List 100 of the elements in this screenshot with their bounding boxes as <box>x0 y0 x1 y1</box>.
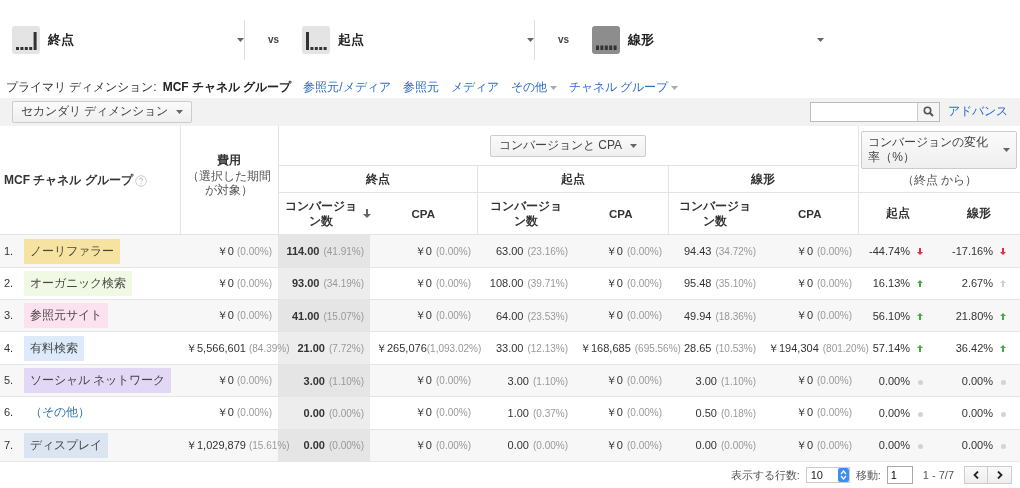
model-select[interactable]: 終点 <box>12 25 244 54</box>
primary-dimension-label: プライマリ ディメンション: <box>6 79 157 97</box>
channel-tag[interactable]: ノーリファラー <box>24 238 120 264</box>
percent-value: (0.00%) <box>436 245 471 257</box>
goto-label: 移動: <box>855 467 881 483</box>
cost-value: ￥0 <box>216 244 234 257</box>
metric-value: 33.00 <box>495 342 524 355</box>
metric-value: 64.00 <box>495 309 524 322</box>
metric-value: 95.48 <box>683 277 712 290</box>
dimension-link[interactable]: MCF チャネル グループ <box>162 79 292 97</box>
metric-select[interactable]: コンバージョンと CPA <box>489 134 647 157</box>
percent-value: (35.10%) <box>715 278 756 290</box>
group-header: 起点 <box>560 171 585 186</box>
metric-value: ￥0 <box>414 438 432 451</box>
metric-value: ￥0 <box>605 309 623 322</box>
chevron-left-icon <box>973 471 979 479</box>
percent-value: (0.00%) <box>237 375 272 387</box>
column-subheader: （選択した期間が対象） <box>186 168 272 197</box>
channel-tag[interactable]: 参照元サイト <box>24 303 108 329</box>
percent-value: (0.00%) <box>237 407 272 419</box>
channel-tag[interactable]: ディスプレイ <box>24 432 108 458</box>
percent-value: (0.00%) <box>436 375 471 387</box>
change-value: 0.00% <box>961 374 994 387</box>
page-range: 1 - 7/7 <box>922 469 954 481</box>
column-header[interactable]: コンバージョン数 <box>484 198 567 229</box>
advanced-link[interactable]: アドバンス <box>948 103 1008 121</box>
change-value: 0.00% <box>961 406 994 419</box>
metric-value: ￥0 <box>605 406 623 419</box>
next-button[interactable] <box>988 466 1012 484</box>
percent-value: (0.00%) <box>436 277 471 289</box>
caret-icon <box>237 37 244 42</box>
dimension-link[interactable]: メディア <box>450 79 499 97</box>
percent-value: (0.00%) <box>817 407 853 419</box>
column-header[interactable]: CPA <box>579 207 662 220</box>
metric-value: ￥0 <box>605 374 623 387</box>
change-value: 21.80% <box>955 309 994 322</box>
caret-icon <box>1003 148 1011 153</box>
change-value: 2.67% <box>961 277 994 290</box>
previous-button[interactable] <box>964 466 988 484</box>
rows-select[interactable]: 10 <box>805 467 850 483</box>
metric-value: ￥0 <box>414 406 432 419</box>
model-select[interactable]: 線形 <box>592 25 824 54</box>
percent-value: (1,093.02%) <box>426 342 482 354</box>
secondary-dimension-select[interactable]: セカンダリ ディメンション <box>12 100 193 123</box>
change-select[interactable]: コンバージョンの変化率（%） <box>861 131 1018 170</box>
dimension-link[interactable]: その他 <box>510 79 557 97</box>
column-header[interactable]: コンバージョン数 <box>279 198 362 229</box>
metric-value: 0.00 <box>303 439 325 452</box>
dimension-link[interactable]: 参照元 <box>402 79 439 97</box>
column-header: 起点 <box>885 206 910 221</box>
dimension-link[interactable]: チャネル グループ <box>568 79 679 97</box>
percent-value: (0.00%) <box>627 439 662 451</box>
caret-icon <box>671 85 679 90</box>
channel-tag[interactable]: ソーシャル ネットワーク <box>24 368 172 394</box>
percent-value: (0.00%) <box>237 245 272 257</box>
search-icon[interactable] <box>923 106 934 118</box>
change-value: 57.14% <box>872 342 911 355</box>
goto-field[interactable]: 1 <box>886 466 913 484</box>
column-header[interactable]: CPA <box>768 207 851 220</box>
metric-value: 0.00 <box>507 439 529 452</box>
percent-value: (695.56%) <box>634 342 681 354</box>
column-subheader: （終点 から） <box>900 173 978 188</box>
channel-tag[interactable]: 有料検索 <box>24 335 84 361</box>
column-header[interactable]: コンバージョン数 <box>674 198 757 229</box>
metric-value: 108.00 <box>489 277 524 290</box>
percent-value: (0.00%) <box>237 277 272 289</box>
percent-value: (34.72%) <box>715 246 756 257</box>
percent-value: (801.20%) <box>822 342 869 354</box>
column-header: MCF チャネル グループ <box>4 172 133 187</box>
percent-value: (0.37%) <box>533 407 568 419</box>
column-header[interactable]: CPA <box>382 207 465 220</box>
metric-value: ￥0 <box>414 244 432 257</box>
row-number: 6. <box>4 406 15 419</box>
dimension-link[interactable]: 参照元/メディア <box>303 79 391 97</box>
channel-tag[interactable]: （その他） <box>24 400 96 426</box>
metric-value: ￥265,076 <box>376 341 427 354</box>
cost-value: ￥1,029,879 <box>186 438 246 451</box>
search-field[interactable] <box>810 101 940 122</box>
metric-value: 1.00 <box>507 406 529 419</box>
metric-value: 21.00 <box>297 342 325 355</box>
percent-value: (15.61%) <box>248 439 290 451</box>
percent-value: (15.07%) <box>323 310 364 322</box>
row-number: 4. <box>4 341 15 354</box>
metric-value: 93.00 <box>291 277 320 290</box>
caret-icon <box>176 109 184 114</box>
column-header: 費用 <box>217 152 241 167</box>
metric-value: 3.00 <box>507 374 529 387</box>
row-number: 5. <box>4 374 15 387</box>
channel-tag[interactable]: オーガニック検索 <box>24 270 132 296</box>
change-value: 0.00% <box>878 406 911 419</box>
model-icon <box>12 25 40 54</box>
model-select[interactable]: 起点 <box>302 25 534 54</box>
group-header: 終点 <box>365 171 390 186</box>
percent-value: (1.10%) <box>533 375 568 387</box>
percent-value: (39.71%) <box>527 278 568 290</box>
row-number: 1. <box>4 244 15 257</box>
percent-value: (0.00%) <box>329 407 364 419</box>
metric-value: 63.00 <box>495 245 524 257</box>
row-number: 2. <box>4 276 15 289</box>
group-header: 線形 <box>751 171 775 186</box>
